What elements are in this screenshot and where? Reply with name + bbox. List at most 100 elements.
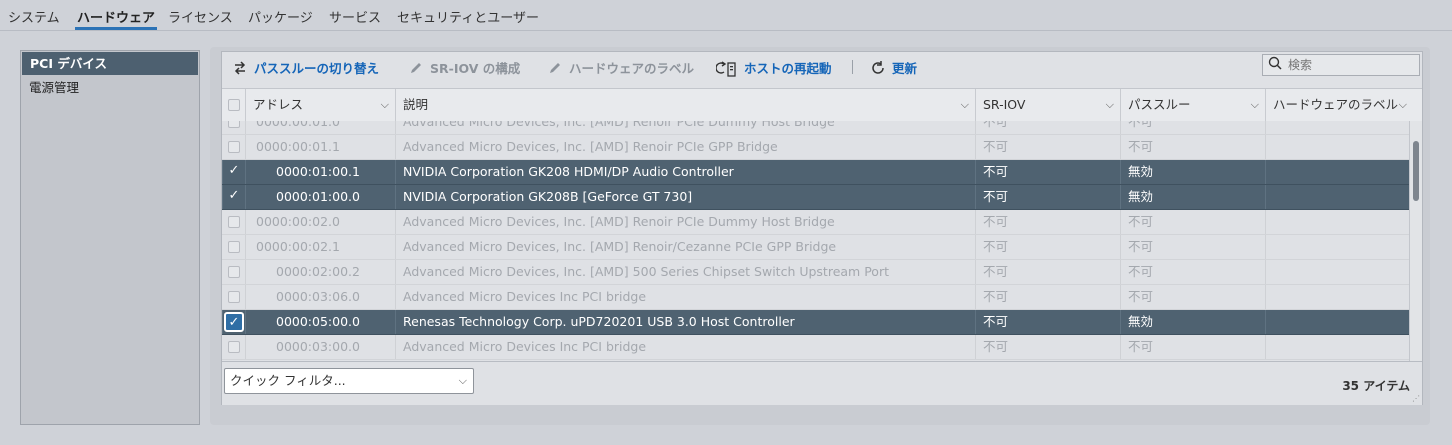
hardware-label-button[interactable]: ハードウェアのラベル (547, 58, 694, 77)
cell-description: Advanced Micro Devices, Inc. [AMD] 500 S… (395, 260, 975, 284)
row-checkbox-checked[interactable]: ✓ (224, 312, 244, 332)
cell-address: 0000:03:06.0 (245, 285, 395, 309)
cell-description: Advanced Micro Devices Inc PCI bridge (395, 335, 975, 359)
cell-hardware-label (1265, 121, 1409, 134)
cell-passthrough: 不可 (1120, 210, 1265, 234)
cell-address: 0000:00:02.0 (245, 210, 395, 234)
cell-sriov: 不可 (975, 310, 1120, 334)
column-header-passthrough[interactable]: パススルー ⌵ (1120, 89, 1265, 121)
nav-item-power-management[interactable]: 電源管理 (21, 76, 199, 99)
cell-hardware-label (1265, 285, 1409, 309)
cell-sriov: 不可 (975, 260, 1120, 284)
search-box[interactable] (1262, 54, 1420, 76)
tab-packages[interactable]: パッケージ (248, 7, 313, 26)
row-checkbox[interactable] (228, 241, 240, 253)
cell-sriov: 不可 (975, 160, 1120, 184)
cell-passthrough: 不可 (1120, 235, 1265, 259)
cell-hardware-label (1265, 185, 1409, 209)
vertical-scrollbar[interactable] (1409, 121, 1422, 361)
row-checkbox[interactable] (228, 216, 240, 228)
grid-footer: クイック フィルタ... ⌵ 35 アイテム ⋰ (222, 361, 1422, 405)
search-icon (1268, 56, 1282, 74)
tab-system[interactable]: システム (8, 7, 60, 26)
refresh-button[interactable]: 更新 (870, 58, 917, 77)
cell-hardware-label (1265, 210, 1409, 234)
cell-address: 0000:01:00.0 (245, 185, 395, 209)
chevron-down-icon: ⌵ (458, 374, 467, 387)
item-count: 35 アイテム (1342, 379, 1410, 393)
cell-description: Renesas Technology Corp. uPD720201 USB 3… (395, 310, 975, 334)
toggle-passthrough-button[interactable]: パススルーの切り替え (232, 58, 379, 77)
cell-address: 0000:00:02.1 (245, 235, 395, 259)
search-input[interactable] (1286, 57, 1410, 73)
resize-grip-icon[interactable]: ⋰ (1412, 395, 1420, 403)
table-row[interactable]: 0000:02:00.2 Advanced Micro Devices, Inc… (222, 260, 1409, 285)
select-all-checkbox[interactable] (228, 99, 240, 111)
cell-passthrough: 無効 (1120, 310, 1265, 334)
top-tab-bar: システム ハードウェア ライセンス パッケージ サービス セキュリティとユーザー (0, 0, 1452, 31)
cell-description: Advanced Micro Devices, Inc. [AMD] Renoi… (395, 210, 975, 234)
cell-description: Advanced Micro Devices Inc PCI bridge (395, 285, 975, 309)
cell-hardware-label (1265, 135, 1409, 159)
row-checkbox-checked[interactable]: ✓ (228, 189, 240, 202)
cell-sriov: 不可 (975, 335, 1120, 359)
column-header-description[interactable]: 説明 ⌵ (395, 89, 975, 121)
cell-address: 0000:01:00.1 (245, 160, 395, 184)
cell-address: 0000:02:00.2 (245, 260, 395, 284)
chevron-down-icon[interactable]: ⌵ (1399, 89, 1407, 121)
cell-hardware-label (1265, 160, 1409, 184)
row-checkbox[interactable] (228, 266, 240, 278)
column-header-hardware-label[interactable]: ハードウェアのラベル ⌵ (1265, 89, 1409, 121)
tab-license[interactable]: ライセンス (168, 7, 233, 26)
tab-security-users[interactable]: セキュリティとユーザー (397, 7, 539, 26)
tab-services[interactable]: サービス (329, 7, 381, 26)
cell-address: 0000:05:00.0 (245, 310, 395, 334)
cell-address: 0000:00:01.1 (245, 135, 395, 159)
column-header-sriov[interactable]: SR-IOV ⌵ (975, 89, 1120, 121)
header-select-all[interactable] (222, 89, 245, 121)
tab-hardware[interactable]: ハードウェア (74, 7, 158, 30)
table-row[interactable]: ✓ 0000:05:00.0 Renesas Technology Corp. … (222, 310, 1409, 335)
nav-item-pci-devices[interactable]: PCI デバイス (22, 52, 198, 75)
chevron-down-icon[interactable]: ⌵ (381, 89, 389, 121)
cell-sriov: 不可 (975, 210, 1120, 234)
chevron-down-icon[interactable]: ⌵ (961, 89, 969, 121)
cell-passthrough: 不可 (1120, 335, 1265, 359)
table-row[interactable]: ✓ 0000:01:00.0 NVIDIA Corporation GK208B… (222, 185, 1409, 210)
grid-toolbar: パススルーの切り替え SR-IOV の構成 ハードウェアのラベル ホストの再起動 (222, 52, 1422, 82)
row-checkbox[interactable] (228, 341, 240, 353)
cell-description: Advanced Micro Devices, Inc. [AMD] Renoi… (395, 121, 975, 134)
quick-filter-dropdown[interactable]: クイック フィルタ... ⌵ (224, 368, 474, 394)
table-row[interactable]: 0000:00:01.1 Advanced Micro Devices, Inc… (222, 135, 1409, 160)
swap-icon (232, 60, 248, 76)
row-checkbox[interactable] (228, 141, 240, 153)
table-row[interactable]: 0000:00:01.0 Advanced Micro Devices, Inc… (222, 121, 1409, 135)
column-header-address[interactable]: アドレス ⌵ (245, 89, 395, 121)
pci-device-grid: パススルーの切り替え SR-IOV の構成 ハードウェアのラベル ホストの再起動 (221, 51, 1423, 405)
table-row[interactable]: 0000:00:02.0 Advanced Micro Devices, Inc… (222, 210, 1409, 235)
cell-passthrough: 不可 (1120, 135, 1265, 159)
cell-address: 0000:00:01.0 (245, 121, 395, 134)
cell-description: Advanced Micro Devices, Inc. [AMD] Renoi… (395, 135, 975, 159)
table-row[interactable]: 0000:03:06.0 Advanced Micro Devices Inc … (222, 285, 1409, 310)
table-row[interactable]: 0000:00:02.1 Advanced Micro Devices, Inc… (222, 235, 1409, 260)
reboot-host-button[interactable]: ホストの再起動 (715, 58, 832, 77)
chevron-down-icon[interactable]: ⌵ (1251, 89, 1259, 121)
table-row[interactable]: ✓ 0000:01:00.1 NVIDIA Corporation GK208 … (222, 160, 1409, 185)
row-checkbox-checked[interactable]: ✓ (228, 164, 240, 177)
table-row[interactable]: 0000:03:00.0 Advanced Micro Devices Inc … (222, 335, 1409, 360)
configure-sriov-button[interactable]: SR-IOV の構成 (408, 58, 520, 77)
refresh-icon (870, 60, 886, 76)
cell-sriov: 不可 (975, 185, 1120, 209)
cell-passthrough: 不可 (1120, 121, 1265, 134)
row-checkbox[interactable] (228, 121, 240, 128)
row-checkbox[interactable] (228, 291, 240, 303)
pencil-icon (547, 60, 563, 76)
cell-hardware-label (1265, 260, 1409, 284)
scrollbar-thumb[interactable] (1413, 141, 1419, 201)
cell-hardware-label (1265, 235, 1409, 259)
chevron-down-icon[interactable]: ⌵ (1106, 89, 1114, 121)
cell-passthrough: 無効 (1120, 185, 1265, 209)
hardware-nav-panel: PCI デバイス 電源管理 (20, 50, 200, 425)
cell-description: NVIDIA Corporation GK208B [GeForce GT 73… (395, 185, 975, 209)
